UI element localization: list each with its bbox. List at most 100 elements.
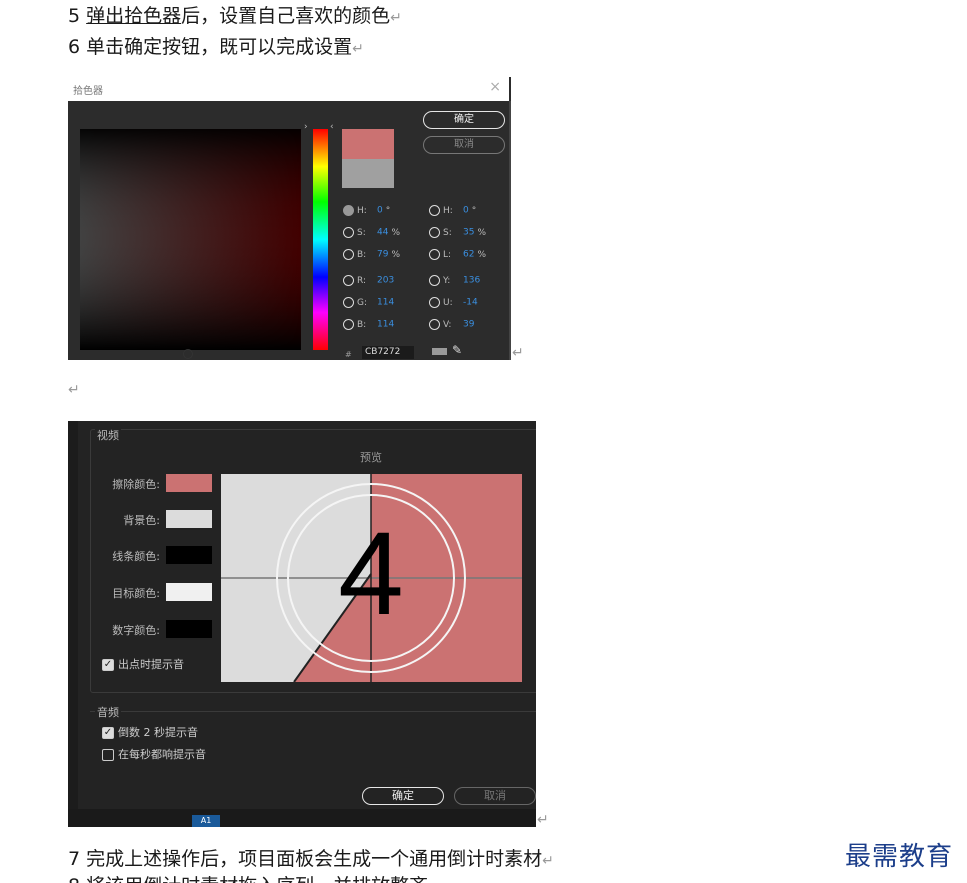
color-label: 目标颜色: — [112, 587, 160, 600]
return-mark: ↵ — [537, 812, 549, 828]
return-mark: ↵ — [68, 382, 80, 398]
ok-button[interactable]: 确定 — [362, 787, 444, 805]
old-color-swatch — [342, 159, 394, 188]
step-8-line-partial: 8 将该用倒计时素材拖入序列，并排放整齐 — [68, 874, 428, 883]
radio-icon[interactable] — [343, 249, 354, 260]
beep-2sec-checkbox[interactable]: ✓ 倒数 2 秒提示音 — [102, 724, 198, 740]
value-label: H: — [357, 205, 367, 216]
radio-icon[interactable] — [429, 249, 440, 260]
cancel-button[interactable]: 取消 — [423, 136, 505, 154]
right-row-h[interactable]: H: 0 ° — [429, 205, 476, 216]
radio-icon[interactable] — [429, 227, 440, 238]
hue-arrow-right-icon: ‹ — [330, 122, 334, 132]
current-color-chip — [432, 348, 447, 355]
value-label: Y: — [443, 275, 451, 286]
left-row-s[interactable]: S: 44% — [343, 227, 400, 238]
countdown-settings-dialog: 视频 预览 擦除颜色: 背景色: 线条颜色: 目标颜色: 数字颜色: ✓ 出点时提示音 4… — [68, 421, 536, 827]
timeline-strip — [68, 809, 536, 827]
radio-icon[interactable] — [429, 319, 440, 330]
value-label: G: — [357, 297, 368, 308]
color-picker-dialog: 拾色器 × › ‹ 确定 取消 H: 0 ° S: 44% B: 79% R: 203 G: 114… — [68, 77, 511, 360]
value-unit: % — [477, 249, 487, 260]
audio-group-title: 音频 — [95, 704, 121, 720]
eyedropper-icon[interactable]: ✎ — [452, 343, 462, 357]
step-5-line: 5 弹出拾色器后，设置自己喜欢的颜色↵ — [68, 5, 402, 27]
value-unit: % — [391, 227, 401, 238]
dialog-edge — [509, 101, 511, 360]
value-label: U: — [443, 297, 453, 308]
value-number[interactable]: 136 — [463, 276, 480, 286]
value-label: L: — [443, 249, 452, 260]
left-row-g[interactable]: G: 114 — [343, 297, 397, 308]
radio-icon[interactable] — [343, 227, 354, 238]
value-number[interactable]: 44 — [377, 228, 388, 238]
value-unit: % — [477, 227, 487, 238]
timeline-track-tab[interactable]: A1 — [192, 815, 220, 827]
cancel-button[interactable]: 取消 — [454, 787, 536, 805]
value-label: S: — [443, 227, 452, 238]
color-swatch[interactable] — [166, 583, 212, 601]
value-number[interactable]: 203 — [377, 276, 394, 286]
checkbox-empty-icon — [102, 749, 114, 761]
step-7-line: 7 完成上述操作后，项目面板会生成一个通用倒计时素材↵ — [68, 848, 554, 870]
radio-icon[interactable] — [343, 275, 354, 286]
value-number[interactable]: 114 — [377, 320, 394, 330]
color-cursor[interactable] — [183, 349, 193, 359]
color-label: 背景色: — [123, 514, 160, 527]
value-number[interactable]: 39 — [463, 320, 474, 330]
color-swatch[interactable] — [166, 474, 212, 492]
value-label: S: — [357, 227, 366, 238]
video-group-title: 视频 — [95, 427, 121, 443]
value-unit: ° — [471, 205, 477, 216]
color-label: 线条颜色: — [112, 550, 160, 563]
brand-watermark: 最需教育 — [845, 842, 954, 872]
check-icon: ✓ — [102, 727, 114, 739]
color-swatch[interactable] — [166, 546, 212, 564]
value-number[interactable]: 114 — [377, 298, 394, 308]
right-row-v[interactable]: V: 39 — [429, 319, 477, 330]
value-number[interactable]: 0 — [377, 206, 383, 216]
radio-icon[interactable] — [429, 205, 440, 216]
picker-title: 拾色器 — [73, 86, 103, 97]
countdown-preview: 4 — [221, 474, 522, 682]
step-5-underlined: 弹出拾色器 — [86, 5, 182, 27]
left-row-b[interactable]: B: 114 — [343, 319, 397, 330]
hue-arrow-left-icon: › — [304, 122, 308, 132]
value-number[interactable]: -14 — [463, 298, 478, 308]
left-row-b[interactable]: B: 79% — [343, 249, 400, 260]
right-row-s[interactable]: S: 35% — [429, 227, 486, 238]
left-row-h[interactable]: H: 0 ° — [343, 205, 390, 216]
ok-button[interactable]: 确定 — [423, 111, 505, 129]
value-label: B: — [357, 319, 367, 330]
radio-icon[interactable] — [343, 319, 354, 330]
value-unit: ° — [385, 205, 391, 216]
panel-edge — [68, 421, 78, 827]
right-row-l[interactable]: L: 62% — [429, 249, 486, 260]
radio-icon[interactable] — [429, 297, 440, 308]
value-number[interactable]: 79 — [377, 250, 388, 260]
saturation-brightness-field[interactable] — [80, 129, 301, 359]
cue-at-out-checkbox[interactable]: ✓ 出点时提示音 — [102, 656, 184, 672]
beep-each-sec-checkbox[interactable]: 在每秒都响提示音 — [102, 746, 206, 762]
value-number[interactable]: 0 — [463, 206, 469, 216]
radio-icon[interactable] — [429, 275, 440, 286]
hex-hash-label: # — [345, 350, 352, 359]
color-swatch[interactable] — [166, 620, 212, 638]
new-color-swatch — [342, 129, 394, 159]
hue-slider[interactable] — [313, 129, 328, 350]
value-unit: % — [391, 249, 401, 260]
value-number[interactable]: 62 — [463, 250, 474, 260]
audio-group — [90, 711, 536, 771]
radio-icon[interactable] — [343, 297, 354, 308]
close-icon[interactable]: × — [489, 79, 501, 95]
radio-icon[interactable] — [343, 205, 354, 216]
left-row-r[interactable]: R: 203 — [343, 275, 397, 286]
color-label: 擦除颜色: — [112, 478, 160, 491]
right-row-u[interactable]: U: -14 — [429, 297, 481, 308]
color-label: 数字颜色: — [112, 624, 160, 637]
preview-label: 预览 — [360, 451, 382, 464]
color-swatch[interactable] — [166, 510, 212, 528]
value-number[interactable]: 35 — [463, 228, 474, 238]
right-row-y[interactable]: Y: 136 — [429, 275, 483, 286]
hex-input[interactable]: CB7272 — [362, 346, 414, 359]
